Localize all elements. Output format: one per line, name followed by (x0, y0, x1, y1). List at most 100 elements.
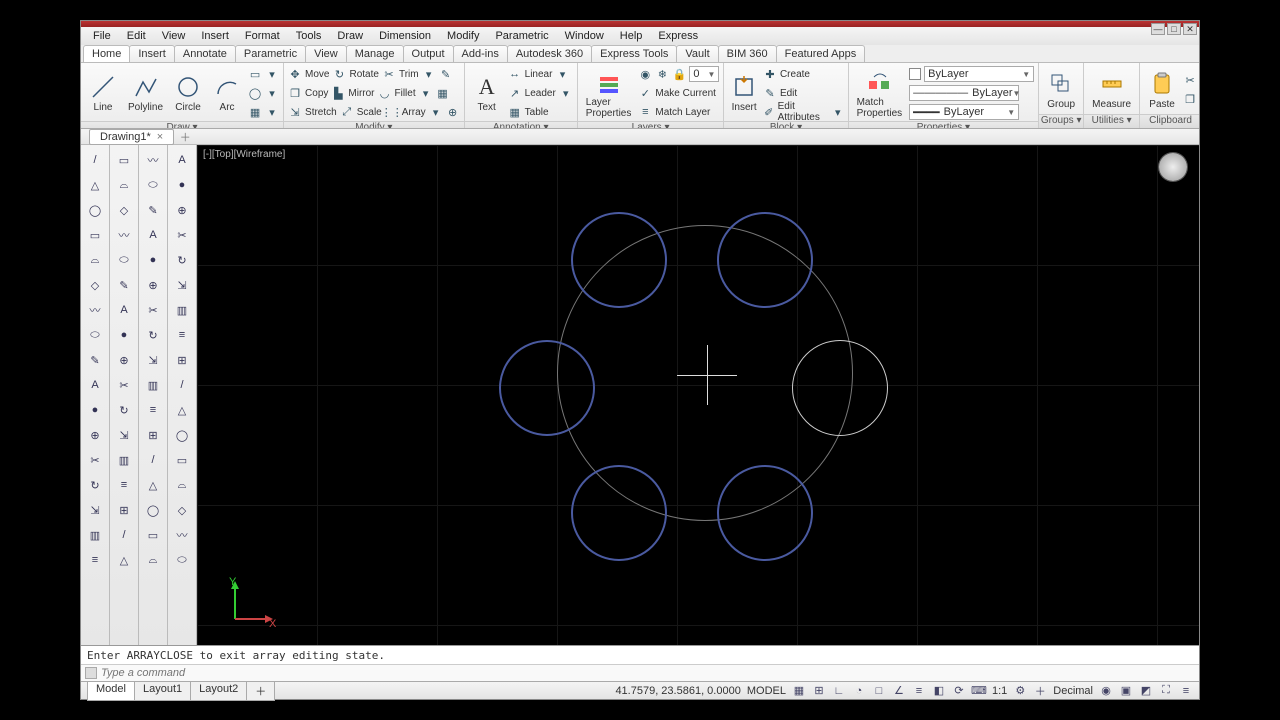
group-button[interactable]: Group (1043, 69, 1079, 111)
palette-tool[interactable]: ▭ (113, 149, 135, 171)
model-tab[interactable]: Model (87, 681, 135, 701)
ribbon-tab-insert[interactable]: Insert (129, 45, 175, 62)
ribbon-tab-bim-360[interactable]: BIM 360 (718, 45, 777, 62)
palette-tool[interactable]: ✂ (142, 299, 164, 321)
array-circle[interactable] (571, 465, 667, 561)
ribbon-tab-express-tools[interactable]: Express Tools (591, 45, 677, 62)
palette-tool[interactable]: ⊞ (142, 424, 164, 446)
palette-tool[interactable]: ⇲ (113, 424, 135, 446)
snap-toggle-icon[interactable]: ⊞ (812, 684, 826, 698)
customize-icon[interactable]: ≡ (1179, 684, 1193, 698)
layer-lock-icon[interactable]: 🔒 (672, 67, 686, 81)
plus-icon[interactable]: ＋ (1033, 684, 1047, 698)
menu-tools[interactable]: Tools (288, 28, 330, 44)
color-swatch-icon[interactable] (909, 68, 921, 80)
window-minimize-icon[interactable]: — (1151, 23, 1165, 35)
drawing-canvas[interactable]: [-][Top][Wireframe] Y X (197, 145, 1199, 645)
ribbon-tab-autodesk-360[interactable]: Autodesk 360 (507, 45, 592, 62)
menu-help[interactable]: Help (612, 28, 651, 44)
layout-tab[interactable]: Layout2 (190, 681, 247, 701)
ribbon-tab-output[interactable]: Output (403, 45, 454, 62)
add-layout-icon[interactable]: ＋ (246, 681, 275, 701)
palette-tool[interactable]: ⬭ (171, 549, 193, 571)
palette-tool[interactable]: ≡ (171, 324, 193, 346)
units-readout[interactable]: Decimal (1053, 685, 1093, 697)
rectangle-icon[interactable]: ▭ (248, 67, 262, 81)
palette-tool[interactable]: △ (142, 474, 164, 496)
array-icon[interactable]: ⋮⋮ (385, 105, 399, 119)
palette-tool[interactable]: ◯ (171, 424, 193, 446)
menu-dimension[interactable]: Dimension (371, 28, 439, 44)
fillet-icon[interactable]: ◡ (378, 86, 392, 100)
window-close-icon[interactable]: ✕ (1183, 23, 1197, 35)
palette-tool[interactable]: ✂ (113, 374, 135, 396)
palette-tool[interactable]: ▥ (113, 449, 135, 471)
copy-clip-icon[interactable]: ❐ (1183, 92, 1197, 106)
create-block-icon[interactable]: ✚ (763, 67, 777, 81)
palette-tool[interactable]: ⌓ (84, 249, 106, 271)
move-icon[interactable]: ✥ (288, 67, 302, 81)
palette-tool[interactable]: A (84, 374, 106, 396)
palette-tool[interactable]: ≡ (142, 399, 164, 421)
dynamic-input-icon[interactable]: ⌨ (972, 684, 986, 698)
linetype-dropdown[interactable]: —————ByLayer▼ (909, 85, 1019, 101)
ribbon-tab-vault[interactable]: Vault (676, 45, 718, 62)
new-tab-icon[interactable]: ＋ (178, 130, 192, 144)
table-icon[interactable]: ▦ (508, 105, 522, 119)
polyline-button[interactable]: Polyline (124, 72, 167, 114)
color-dropdown[interactable]: ByLayer▼ (924, 66, 1034, 82)
palette-tool[interactable]: ≡ (113, 474, 135, 496)
palette-tool[interactable]: ↻ (142, 324, 164, 346)
cycling-toggle-icon[interactable]: ⟳ (952, 684, 966, 698)
palette-tool[interactable]: ⇲ (171, 274, 193, 296)
palette-tool[interactable]: 〰 (84, 299, 106, 321)
gear-icon[interactable]: ⚙ (1013, 684, 1027, 698)
array-circle[interactable] (571, 212, 667, 308)
workspace-icon[interactable]: ◉ (1099, 684, 1113, 698)
stretch-icon[interactable]: ⇲ (288, 105, 302, 119)
otrack-toggle-icon[interactable]: ∠ (892, 684, 906, 698)
menu-format[interactable]: Format (237, 28, 288, 44)
palette-tool[interactable]: △ (171, 399, 193, 421)
match-layer-icon[interactable]: ≡ (638, 105, 652, 119)
palette-tool[interactable]: ⬭ (142, 174, 164, 196)
palette-tool[interactable]: ✎ (84, 349, 106, 371)
viewport-label[interactable]: [-][Top][Wireframe] (203, 149, 285, 160)
palette-tool[interactable]: ▭ (142, 524, 164, 546)
file-tab[interactable]: Drawing1*× (89, 129, 174, 145)
array-circle[interactable] (717, 465, 813, 561)
palette-tool[interactable]: 〰 (113, 224, 135, 246)
mirror-icon[interactable]: ▙ (331, 86, 345, 100)
menu-modify[interactable]: Modify (439, 28, 487, 44)
palette-tool[interactable]: ✂ (171, 224, 193, 246)
edit-block-icon[interactable]: ✎ (763, 86, 777, 100)
close-tab-icon[interactable]: × (157, 131, 163, 143)
copy-icon[interactable]: ❐ (288, 86, 302, 100)
space-indicator[interactable]: MODEL (747, 685, 786, 697)
annotation-scale[interactable]: 1:1 (992, 685, 1007, 697)
trim-icon[interactable]: ✂ (382, 67, 396, 81)
layer-dropdown[interactable]: 0▼ (689, 66, 719, 82)
palette-tool[interactable]: ↻ (171, 249, 193, 271)
lineweight-dropdown[interactable]: ━━━━ByLayer▼ (909, 104, 1019, 120)
menu-draw[interactable]: Draw (329, 28, 371, 44)
palette-tool[interactable]: ✎ (142, 199, 164, 221)
palette-tool[interactable]: ⊕ (171, 199, 193, 221)
palette-tool[interactable]: ◇ (171, 499, 193, 521)
layer-properties-button[interactable]: Layer Properties (582, 67, 636, 120)
hardware-accel-icon[interactable]: ▣ (1119, 684, 1133, 698)
palette-tool[interactable]: ⇲ (142, 349, 164, 371)
cut-icon[interactable]: ✂ (1183, 73, 1197, 87)
palette-tool[interactable]: ◯ (84, 199, 106, 221)
erase-icon[interactable]: ✎ (439, 67, 453, 81)
palette-tool[interactable]: ✎ (113, 274, 135, 296)
array-circle-active[interactable] (792, 340, 888, 436)
palette-tool[interactable]: 〰 (142, 149, 164, 171)
rotate-icon[interactable]: ↻ (332, 67, 346, 81)
ribbon-tab-manage[interactable]: Manage (346, 45, 404, 62)
menu-view[interactable]: View (154, 28, 194, 44)
ribbon-tab-annotate[interactable]: Annotate (174, 45, 236, 62)
scale-icon[interactable]: ⤢ (340, 105, 354, 119)
polar-toggle-icon[interactable]: ◔ (852, 684, 866, 698)
osnap-toggle-icon[interactable]: □ (872, 684, 886, 698)
